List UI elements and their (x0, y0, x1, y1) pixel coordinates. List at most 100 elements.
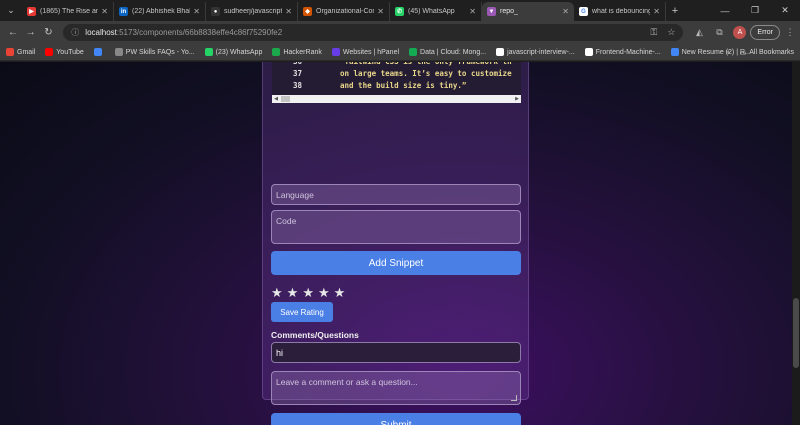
browser-tab[interactable]: ▼ repo_ ✕ (482, 2, 574, 21)
comments-heading: Comments/Questions (271, 330, 359, 340)
code-text: “Tailwind CSS is the only framework th (310, 62, 512, 69)
code-horizontal-scrollbar[interactable]: ◀ ▶ (272, 95, 521, 103)
rating-star-icon[interactable]: ★ (302, 286, 314, 299)
bookmark-item[interactable]: YouTube (45, 48, 84, 56)
bookmark-item[interactable]: Data | Cloud: Mong... (409, 48, 486, 56)
bookmark-item[interactable]: HackerRank (272, 48, 322, 56)
tab-title: Organizational-Comp (316, 8, 374, 15)
vite-icon: ▼ (487, 7, 496, 16)
folder-icon: ▭ (739, 49, 747, 57)
browser-tab[interactable]: ◆ Organizational-Comp✕ (298, 2, 390, 21)
minimize-icon[interactable]: — (710, 0, 740, 21)
close-tab-icon[interactable]: ✕ (101, 7, 108, 16)
linkedin-icon: in (119, 7, 128, 16)
browser-tab[interactable]: ▶ (1865) The Rise and ✕ (22, 2, 114, 21)
tab-title: sudheerj/javascript-i (224, 8, 283, 15)
url-host: localhost (85, 28, 117, 37)
bookmark-item[interactable]: javascript-interview-... (496, 48, 575, 56)
browser-tab[interactable]: in (22) Abhishek Bhaka ✕ (114, 2, 206, 21)
code-line: 38 and the build size is tiny.” (272, 81, 521, 93)
url-path: :5173/components/66b8838effe4c86f75290fe… (116, 28, 283, 37)
password-key-icon[interactable]: ⚿ (650, 27, 657, 38)
close-tab-icon[interactable]: ✕ (469, 7, 476, 16)
comment-textarea[interactable]: Leave a comment or ask a question... (271, 371, 521, 405)
bookmark-label: Frontend-Machine-... (595, 48, 661, 56)
new-tab-button[interactable]: + (666, 2, 684, 21)
scroll-thumb[interactable] (281, 96, 290, 102)
line-number: 38 (292, 81, 302, 90)
bookmark-item[interactable]: Websites | hPanel (331, 48, 399, 56)
code-text: and the build size is tiny.” (340, 81, 467, 90)
extensions-puzzle-icon[interactable]: ⧉ (709, 27, 729, 38)
code-line: 36“Tailwind CSS is the only framework th (272, 62, 521, 69)
tab-strip: ⌄ ▶ (1865) The Rise and ✕ in (22) Abhishek B… (0, 0, 800, 21)
forward-icon[interactable]: → (22, 27, 40, 38)
error-button[interactable]: Error (750, 25, 780, 40)
all-bookmarks-link[interactable]: All Bookmarks (749, 49, 794, 56)
bookmark-icon (272, 48, 281, 56)
rating-star-icon[interactable]: ★ (271, 286, 283, 299)
close-tab-icon[interactable]: ✕ (562, 7, 569, 16)
page-scroll-thumb[interactable] (793, 298, 799, 368)
menu-kebab-icon[interactable]: ⋮ (780, 27, 800, 38)
rating-star-icon[interactable]: ★ (287, 286, 299, 299)
github-icon: ● (211, 7, 220, 16)
extension-flame-icon[interactable]: ◭ (689, 27, 709, 38)
close-tab-icon[interactable]: ✕ (377, 7, 384, 16)
bookmark-icon (670, 48, 679, 56)
whatsapp-icon: ✆ (395, 7, 404, 16)
line-number: 36 (272, 62, 310, 69)
more-bookmarks-icon[interactable]: » (726, 49, 730, 56)
maximize-icon[interactable]: ❐ (740, 0, 770, 21)
scroll-left-icon[interactable]: ◀ (272, 95, 280, 103)
bookmark-item[interactable]: PW Skills FAQs - Yo... (114, 48, 195, 56)
add-snippet-button[interactable]: Add Snippet (271, 251, 521, 275)
close-tab-icon[interactable]: ✕ (285, 7, 292, 16)
bookmark-star-icon[interactable]: ☆ (667, 27, 675, 38)
address-bar[interactable]: ⓘ localhost:5173/components/66b8838effe4… (63, 24, 684, 41)
submit-button[interactable]: Submit (271, 413, 521, 425)
bookmark-icon (496, 48, 505, 56)
bookmark-icon (204, 48, 213, 56)
code-textarea[interactable]: Code (271, 210, 521, 244)
tab-title: repo_ (500, 8, 518, 15)
code-text: on large teams. It’s easy to customize (340, 69, 512, 78)
language-input[interactable]: Language (271, 184, 521, 205)
browser-tab[interactable]: ✆ (45) WhatsApp ✕ (390, 2, 482, 21)
bookmark-icon (93, 48, 102, 56)
bookmark-label: PW Skills FAQs - Yo... (125, 48, 195, 56)
comment-placeholder: Leave a comment or ask a question... (276, 377, 418, 387)
profile-avatar[interactable]: A (733, 26, 747, 39)
resize-handle[interactable] (511, 395, 517, 401)
bookmark-item[interactable]: (23) WhatsApp (204, 48, 263, 56)
code-line: 37 on large teams. It’s easy to customize (272, 69, 521, 81)
bookmark-item[interactable]: Frontend-Machine-... (584, 48, 661, 56)
bookmark-label: Gmail (17, 48, 36, 56)
youtube-icon: ▶ (27, 7, 36, 16)
close-tab-icon[interactable]: ✕ (653, 7, 660, 16)
page-scrollbar[interactable] (792, 62, 800, 425)
tab-title: (1865) The Rise and (40, 8, 99, 15)
browser-tab[interactable]: ● sudheerj/javascript-i ✕ (206, 2, 298, 21)
bookmark-icon (331, 48, 340, 56)
back-icon[interactable]: ← (4, 27, 22, 38)
site-info-icon[interactable]: ⓘ (71, 27, 79, 38)
reload-icon[interactable]: ↻ (40, 27, 58, 38)
line-number: 37 (292, 69, 302, 78)
rating-star-icon[interactable]: ★ (318, 286, 330, 299)
browser-tab[interactable]: Gwhat is debouncing ✕ (574, 2, 666, 21)
bookmarks-bar: Gmail YouTube PW Skills FAQs - Yo... (23) W… (0, 44, 800, 61)
rating-stars: ★ ★ ★ ★ ★ (271, 286, 349, 299)
bookmark-icon (409, 48, 418, 56)
tab-search-icon[interactable]: ⌄ (0, 0, 22, 21)
rating-star-icon[interactable]: ★ (334, 286, 346, 299)
bookmark-label: (23) WhatsApp (215, 48, 263, 56)
bookmark-icon (6, 48, 14, 56)
comment-display-field[interactable]: hi (271, 342, 521, 363)
close-window-icon[interactable]: ✕ (770, 0, 800, 21)
bookmark-item[interactable]: Gmail (6, 48, 35, 56)
bookmark-item[interactable] (93, 48, 105, 56)
save-rating-button[interactable]: Save Rating (271, 302, 333, 322)
close-tab-icon[interactable]: ✕ (193, 7, 200, 16)
scroll-right-icon[interactable]: ▶ (513, 95, 521, 103)
